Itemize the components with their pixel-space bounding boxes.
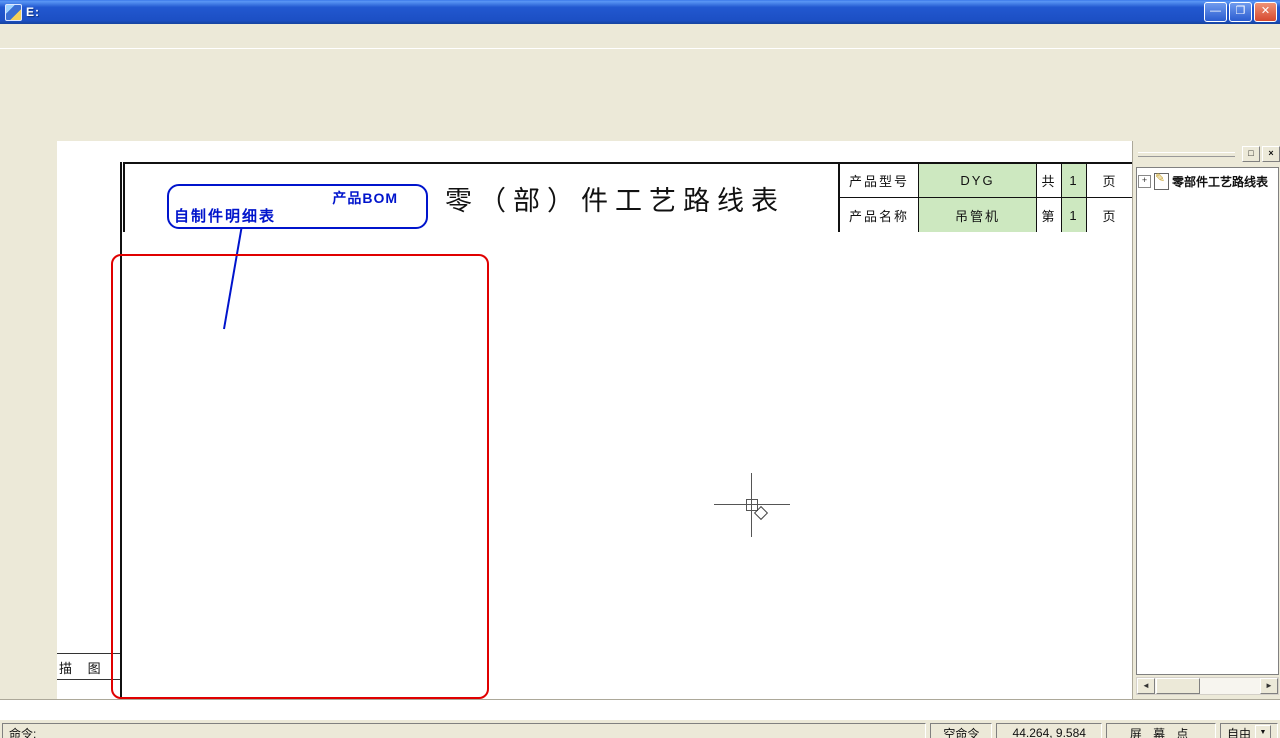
document-pencil-icon [1154,173,1169,190]
snap-mode-dropdown-icon[interactable]: ▼ [1255,725,1271,738]
maximize-button[interactable]: ❐ [1229,2,1252,22]
command-prompt[interactable]: 命令: [2,723,926,738]
tree-item-label: 零部件工艺路线表 [1172,173,1268,190]
pages-unit: 页 [1087,164,1132,198]
application-window: E: — ❐ ✕ 描 图 零（部）件工艺路线表 产品型号 [0,0,1280,738]
product-info-block: 产品型号 DYG 共 1 页 产品名称 吊管机 第 1 页 [840,164,1132,232]
page-unit: 页 [1087,198,1132,232]
panel-close-icon[interactable]: × [1262,146,1280,162]
scroll-right-icon[interactable]: ► [1260,678,1278,694]
annotation-leader-line [224,225,242,329]
cursor-coordinates: 44.264, 9.584 [996,723,1102,738]
menu-bar [0,24,1280,49]
command-line-area[interactable] [0,699,1280,720]
process-tree-panel: □ × + 零部件工艺路线表 ◄ ► [1132,141,1280,699]
scroll-left-icon[interactable]: ◄ [1137,678,1155,694]
minimize-button[interactable]: — [1204,2,1227,22]
bom-annotation-label: 产品BOM [332,188,398,208]
page-current-value: 1 [1062,198,1087,232]
title-block-trace-label: 描 图 [59,658,107,677]
product-name-label: 产品名称 [840,198,919,232]
text-format-toolbar [0,111,1280,141]
panel-maximize-icon[interactable]: □ [1242,146,1260,162]
selection-highlight-rect [111,254,489,699]
panel-grip[interactable] [1138,152,1235,157]
close-button[interactable]: ✕ [1254,2,1277,22]
pages-total-prefix: 共 [1037,164,1062,198]
product-model-value: DYG [919,164,1037,198]
panel-horizontal-scrollbar[interactable]: ◄ ► [1136,677,1279,695]
drawing-toolbar [0,81,1280,111]
table-title: 零（部）件工艺路线表 [445,179,785,218]
title-bar: E: — ❐ ✕ [0,0,1280,24]
expand-icon[interactable]: + [1138,175,1151,188]
window-title: E: [26,5,40,19]
status-bar: 命令: 空命令 44.264, 9.584 屏 幕 点 自由 ▼ [0,720,1280,738]
point-mode[interactable]: 屏 幕 点 [1106,723,1216,738]
title-block-line [57,653,120,654]
bom-annotation-box: 产品BOM 自制件明细表 [167,184,428,229]
pages-total-value: 1 [1062,164,1087,198]
selfmade-list-label: 自制件明细表 [174,205,276,226]
tree-item[interactable]: + 零部件工艺路线表 [1137,168,1278,195]
drawing-canvas[interactable]: 描 图 零（部）件工艺路线表 产品型号 DYG 共 1 页 产品名称 吊管机 [57,141,1132,699]
snap-mode-value: 自由 [1227,725,1251,738]
command-state: 空命令 [930,723,992,738]
product-model-label: 产品型号 [840,164,919,198]
sheet-frame-line [120,162,122,699]
left-tool-palette [0,141,57,699]
standard-toolbar [0,49,1280,81]
snap-mode-select[interactable]: 自由 ▼ [1220,723,1278,738]
title-block-line [57,679,120,680]
product-name-value: 吊管机 [919,198,1037,232]
app-icon [5,4,22,21]
scroll-thumb[interactable] [1156,678,1200,694]
page-current-prefix: 第 [1037,198,1062,232]
command-prompt-label: 命令: [9,725,36,738]
tree-view: + 零部件工艺路线表 [1136,167,1279,675]
